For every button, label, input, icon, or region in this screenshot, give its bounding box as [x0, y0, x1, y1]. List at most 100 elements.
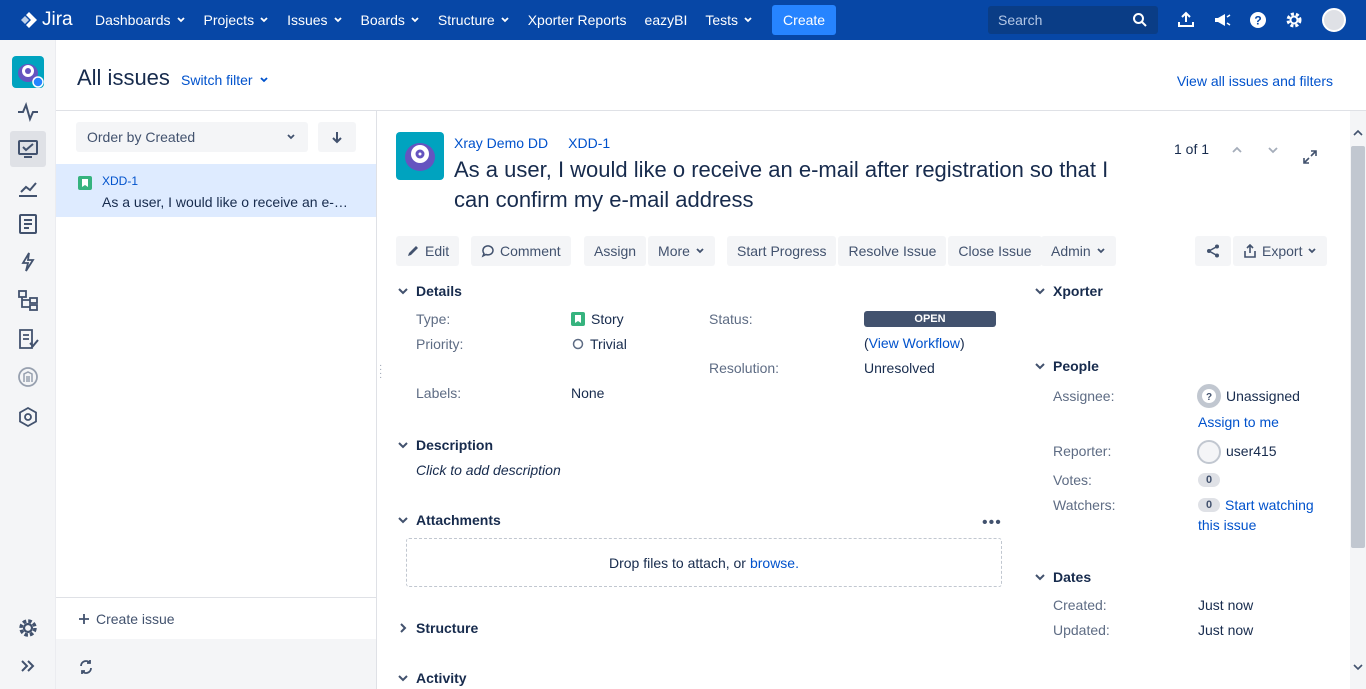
dates-section-header[interactable]: Dates [1033, 569, 1091, 585]
created-value: Just now [1198, 597, 1254, 613]
attachments-section-header[interactable]: Attachments [396, 512, 501, 528]
plus-icon [79, 613, 89, 624]
upload-icon[interactable] [1176, 10, 1196, 30]
project-avatar-large[interactable] [396, 132, 444, 180]
search-input[interactable]: Search [988, 6, 1158, 34]
nav-boards[interactable]: Boards [352, 0, 429, 40]
scrollbar-thumb[interactable] [1351, 146, 1365, 548]
nav-tests[interactable]: Tests [696, 0, 762, 40]
nav-projects[interactable]: Projects [195, 0, 279, 40]
comment-button[interactable]: Comment [471, 236, 571, 266]
jira-icon [21, 12, 37, 28]
building-icon[interactable] [16, 365, 40, 389]
chevron-down-icon [398, 675, 408, 682]
assign-button[interactable]: Assign [584, 236, 647, 266]
edit-label: Edit [425, 243, 450, 259]
chevron-down-icon [398, 517, 408, 524]
panel-resize-handle[interactable]: · · · · [379, 361, 382, 383]
resolve-issue-button[interactable]: Resolve Issue [838, 236, 947, 266]
assign-to-me-link[interactable]: Assign to me [1198, 414, 1279, 430]
nav-eazybi[interactable]: eazyBI [636, 0, 697, 40]
chevron-down-icon [333, 17, 342, 23]
start-progress-label: Start Progress [737, 243, 827, 259]
structure-section-header[interactable]: Structure [396, 620, 478, 636]
close-issue-button[interactable]: Close Issue [948, 236, 1042, 266]
xporter-section-header[interactable]: Xporter [1033, 283, 1103, 299]
test-plan-icon[interactable] [16, 212, 40, 236]
reporter-value[interactable]: user415 [1226, 443, 1277, 459]
chevron-down-icon [398, 442, 408, 449]
description-placeholder[interactable]: Click to add description [416, 462, 561, 478]
more-button[interactable]: More [648, 236, 715, 266]
view-workflow-link[interactable]: View Workflow [869, 335, 960, 351]
nav-issues[interactable]: Issues [278, 0, 351, 40]
edit-button[interactable]: Edit [396, 236, 460, 266]
issue-key-link[interactable]: XDD-1 [568, 135, 610, 151]
admin-button[interactable]: Admin [1041, 236, 1116, 266]
activity-section-header[interactable]: Activity [396, 670, 467, 686]
expand-icon[interactable] [1302, 149, 1318, 165]
scroll-up-icon[interactable] [1350, 125, 1366, 141]
chevron-down-icon [287, 134, 295, 140]
order-by-label: Order by Created [87, 129, 196, 145]
start-watching-link-cont[interactable]: this issue [1198, 517, 1256, 533]
reports-icon[interactable] [16, 176, 40, 200]
project-avatar[interactable] [12, 56, 44, 88]
chevron-down-icon [259, 77, 268, 83]
hierarchy-icon[interactable] [16, 288, 40, 312]
xporter-title: Xporter [1053, 283, 1103, 299]
refresh-icon[interactable] [78, 659, 94, 675]
test-execution-icon[interactable] [16, 327, 40, 351]
lightning-icon[interactable] [16, 250, 40, 274]
details-title: Details [416, 283, 462, 299]
nav-structure[interactable]: Structure [429, 0, 519, 40]
labels-value[interactable]: None [571, 385, 604, 401]
export-button[interactable]: Export [1233, 236, 1328, 266]
browse-link[interactable]: browse. [750, 555, 799, 571]
hexagon-settings-icon[interactable] [16, 405, 40, 429]
help-icon[interactable]: ? [1248, 10, 1268, 30]
activity-icon[interactable] [16, 100, 40, 124]
start-progress-button[interactable]: Start Progress [727, 236, 837, 266]
assign-label: Assign [594, 243, 637, 259]
view-all-issues-link[interactable]: View all issues and filters [1177, 73, 1333, 89]
nav-issues-label: Issues [287, 12, 328, 28]
start-watching-link[interactable]: Start watching [1225, 497, 1314, 513]
scroll-down-icon[interactable] [1350, 659, 1366, 675]
sort-direction-button[interactable] [318, 122, 356, 152]
project-link[interactable]: Xray Demo DD [454, 135, 548, 151]
list-item[interactable]: XDD-1 As a user, I would like o receive … [56, 164, 376, 217]
list-item-summary: As a user, I would like o receive an e-m… [102, 194, 358, 210]
nav-dashboards[interactable]: Dashboards [86, 0, 195, 40]
expand-sidebar-icon[interactable] [16, 654, 40, 678]
details-section-header[interactable]: Details [396, 283, 462, 299]
assignee-value: Unassigned [1226, 388, 1300, 404]
user-avatar[interactable] [1322, 8, 1346, 32]
more-options-icon[interactable]: ••• [982, 514, 1002, 532]
switch-filter-button[interactable]: Switch filter [181, 72, 269, 88]
votes-badge[interactable]: 0 [1198, 473, 1220, 487]
issue-summary[interactable]: As a user, I would like o receive an e-m… [454, 155, 1134, 215]
view-workflow: (View Workflow) [864, 335, 965, 351]
list-item-key: XDD-1 [102, 174, 139, 188]
watchers-badge[interactable]: 0 [1198, 498, 1220, 512]
jira-logo[interactable]: Jira [20, 9, 86, 31]
create-button[interactable]: Create [772, 5, 837, 35]
settings-gear-icon[interactable] [16, 616, 40, 640]
create-issue-button[interactable]: Create issue [56, 597, 376, 639]
priority-label: Priority: [416, 336, 464, 352]
megaphone-icon[interactable] [1212, 10, 1232, 30]
votes-label: Votes: [1053, 472, 1092, 488]
attachment-drop-zone[interactable]: Drop files to attach, or browse. [406, 538, 1002, 587]
xray-robot-icon [18, 64, 44, 88]
issues-nav-active[interactable] [10, 131, 46, 167]
description-section-header[interactable]: Description [396, 437, 493, 453]
share-button[interactable] [1195, 236, 1231, 266]
people-section-header[interactable]: People [1033, 358, 1099, 374]
gear-icon[interactable] [1284, 10, 1304, 30]
order-by-select[interactable]: Order by Created [76, 122, 308, 152]
labels-label: Labels: [416, 385, 462, 401]
chevron-up-icon[interactable] [1229, 142, 1245, 158]
chevron-down-icon[interactable] [1265, 142, 1281, 158]
nav-xporter-reports[interactable]: Xporter Reports [519, 0, 636, 40]
